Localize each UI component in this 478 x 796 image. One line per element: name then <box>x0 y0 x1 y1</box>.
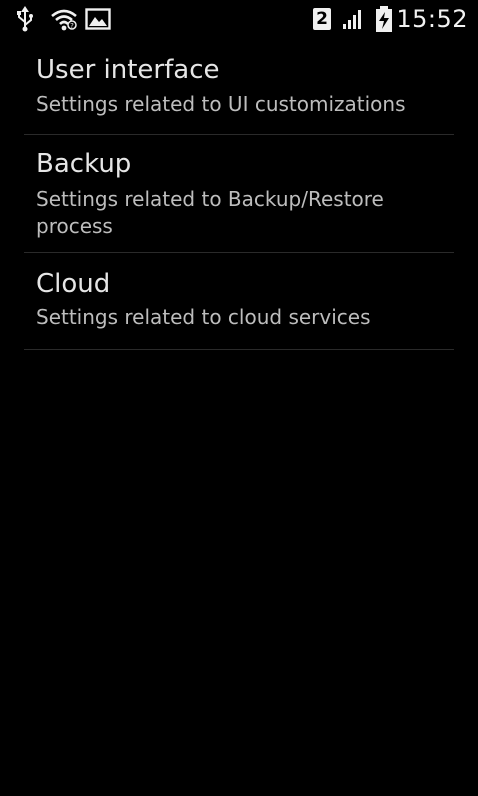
setting-summary: Settings related to Backup/Restore proce… <box>36 187 384 238</box>
settings-list: User interface Settings related to UI cu… <box>24 38 454 350</box>
setting-item-backup[interactable]: Backup Settings related to Backup/Restor… <box>24 135 454 253</box>
usb-icon <box>14 0 36 38</box>
status-bar: ? 2 15:52 <box>0 0 478 38</box>
setting-summary: Settings related to UI customizations <box>36 92 406 116</box>
sim2-icon: 2 <box>311 0 333 38</box>
signal-icon <box>340 0 366 38</box>
setting-item-cloud[interactable]: Cloud Settings related to cloud services <box>24 253 454 350</box>
status-time: 15:52 <box>396 5 468 33</box>
svg-text:?: ? <box>70 22 74 30</box>
wifi-icon: ? <box>50 0 78 38</box>
setting-title: Backup <box>36 149 132 179</box>
setting-title: Cloud <box>36 269 111 299</box>
setting-title: User interface <box>36 55 220 85</box>
battery-charging-icon <box>372 0 396 38</box>
setting-item-user-interface[interactable]: User interface Settings related to UI cu… <box>24 38 454 135</box>
setting-summary: Settings related to cloud services <box>36 305 371 329</box>
image-notification-icon <box>84 0 112 38</box>
